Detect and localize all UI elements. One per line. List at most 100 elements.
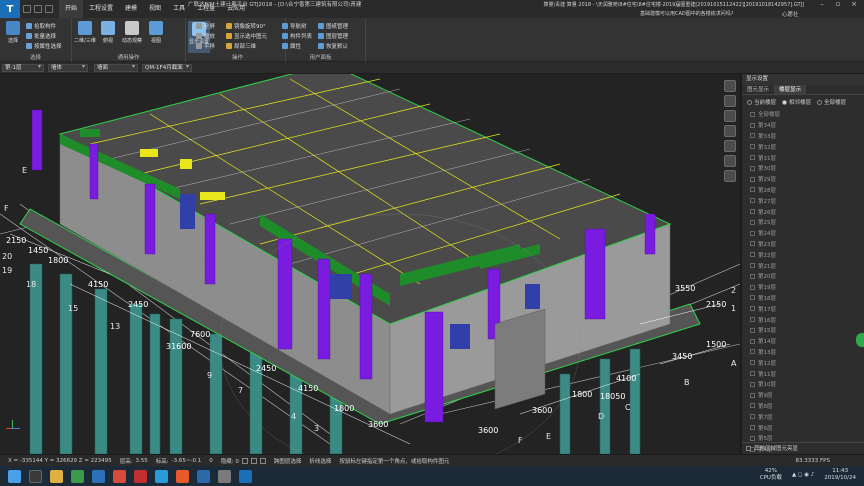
properties-button[interactable]: 属性 bbox=[282, 42, 301, 50]
video-icon[interactable] bbox=[155, 469, 168, 483]
app-icon[interactable] bbox=[176, 469, 189, 483]
floor-item[interactable]: 第25层 bbox=[750, 217, 864, 228]
cross-layer-select[interactable]: 跨图层选择 bbox=[274, 457, 302, 465]
top-view-button[interactable]: 俯视 bbox=[98, 21, 118, 44]
radio-adjacent-floor[interactable]: 相邻楼层 bbox=[782, 98, 811, 106]
quick-save-icon[interactable] bbox=[23, 5, 31, 13]
floor-item[interactable]: 第34层 bbox=[750, 120, 864, 131]
menu-modeling[interactable]: 建模 bbox=[119, 0, 143, 18]
radio-all-floors[interactable]: 全部楼层 bbox=[817, 98, 846, 106]
drawing-manager-button[interactable]: 图纸管理 bbox=[318, 22, 348, 30]
clock[interactable]: 11:43 2019/10/24 bbox=[824, 468, 856, 482]
more-icon[interactable] bbox=[724, 170, 736, 182]
gtj-app-icon[interactable] bbox=[239, 469, 252, 483]
select-button[interactable]: 选择 bbox=[3, 21, 23, 44]
floor-item[interactable]: 第18层 bbox=[750, 293, 864, 304]
3d-viewport[interactable]: E F 20 19 18 15 13 9 7 4 3 2 1 A B C D E… bbox=[0, 74, 740, 454]
local-3d-button[interactable]: 局部三维 bbox=[226, 42, 256, 50]
quick-redo-icon[interactable] bbox=[45, 5, 53, 13]
floor-item[interactable]: 第10层 bbox=[750, 379, 864, 390]
floor-item[interactable]: 第19层 bbox=[750, 282, 864, 293]
floor-item[interactable]: 第21层 bbox=[750, 260, 864, 271]
floor-item[interactable]: 第26层 bbox=[750, 206, 864, 217]
help-search[interactable]: 基础建模可以用CAD图中的各楼栋求问吗? bbox=[640, 10, 733, 17]
tab-floor-display[interactable]: 楼层显示 bbox=[774, 85, 807, 94]
type-select[interactable]: 墙面 bbox=[94, 64, 138, 72]
ortho-toggle-icon[interactable] bbox=[250, 457, 257, 464]
radio-current-floor[interactable]: 当前楼层 bbox=[747, 98, 776, 106]
floor-item[interactable]: 第20层 bbox=[750, 271, 864, 282]
view-cube-icon[interactable] bbox=[724, 80, 736, 92]
app-icon[interactable] bbox=[218, 469, 231, 483]
rotate-90-button[interactable]: 镜像旋转90° bbox=[226, 22, 266, 30]
zoom-extents-icon[interactable] bbox=[724, 155, 736, 167]
cloud-link[interactable]: 心愿社 bbox=[782, 10, 799, 18]
floor-item[interactable]: 第32层 bbox=[750, 141, 864, 152]
wechat-icon[interactable] bbox=[71, 469, 84, 483]
menu-start[interactable]: 开始 bbox=[59, 0, 84, 18]
browser-icon[interactable] bbox=[92, 469, 105, 483]
restore-default-button[interactable]: 恢复默认 bbox=[318, 42, 348, 50]
cad-icon[interactable] bbox=[134, 469, 147, 483]
maximize-icon[interactable]: ▫ bbox=[832, 0, 844, 9]
floor-item[interactable]: 第16层 bbox=[750, 314, 864, 325]
floor-item[interactable]: 第12层 bbox=[750, 357, 864, 368]
snap-toggle-icon[interactable] bbox=[241, 457, 248, 464]
floor-item[interactable]: 第9层 bbox=[750, 390, 864, 401]
floor-item[interactable]: 第15层 bbox=[750, 325, 864, 336]
dynamic-orbit-button[interactable]: 动态观察 bbox=[120, 21, 144, 44]
wireframe-icon[interactable] bbox=[724, 95, 736, 107]
folder-icon[interactable] bbox=[50, 469, 63, 483]
tray-icons[interactable]: ▲ ◻ ◉ ♪ bbox=[792, 472, 814, 478]
pick-component-button[interactable]: 拾取构件 bbox=[26, 22, 56, 30]
show-selected-button[interactable]: 显示选中图元 bbox=[226, 32, 267, 40]
floor-item[interactable]: 第30层 bbox=[750, 163, 864, 174]
floor-item[interactable]: 第22层 bbox=[750, 249, 864, 260]
floor-item[interactable]: 第33层 bbox=[750, 131, 864, 142]
highlight-other-areas-checkbox[interactable]: 其他区域图元亮显 bbox=[742, 442, 864, 454]
word-icon[interactable] bbox=[197, 469, 210, 483]
floor-item[interactable]: 第23层 bbox=[750, 239, 864, 250]
floor-item[interactable]: 第17层 bbox=[750, 303, 864, 314]
nav-tree-button[interactable]: 导航树 bbox=[282, 22, 307, 30]
close-icon[interactable]: × bbox=[848, 0, 860, 9]
floor-item[interactable]: 第13层 bbox=[750, 347, 864, 358]
layer-manager-button[interactable]: 图层管理 bbox=[318, 32, 348, 40]
menu-view[interactable]: 视图 bbox=[143, 0, 167, 18]
minimize-icon[interactable]: – bbox=[816, 0, 828, 9]
section-icon[interactable] bbox=[724, 125, 736, 137]
pan-button[interactable]: 平移 bbox=[196, 42, 215, 50]
reset-view-icon[interactable] bbox=[724, 140, 736, 152]
floor-item[interactable]: 第7层 bbox=[750, 411, 864, 422]
floor-item[interactable]: 第8层 bbox=[750, 401, 864, 412]
acrobat-icon[interactable] bbox=[113, 469, 126, 483]
2d-3d-button[interactable]: 二维/三维 bbox=[74, 21, 96, 44]
shaded-icon[interactable] bbox=[724, 110, 736, 122]
floor-item[interactable]: 第31层 bbox=[750, 152, 864, 163]
grid-toggle-icon[interactable] bbox=[259, 457, 266, 464]
floor-item[interactable]: 第29层 bbox=[750, 174, 864, 185]
component-select[interactable]: QM-1F4月截面 bbox=[142, 64, 192, 72]
tab-element-display[interactable]: 图元显示 bbox=[742, 85, 774, 94]
floor-item[interactable]: 第24层 bbox=[750, 228, 864, 239]
floor-item[interactable]: 第14层 bbox=[750, 336, 864, 347]
zoom-button[interactable]: 缩放 bbox=[196, 32, 215, 40]
floor-item[interactable]: 第27层 bbox=[750, 195, 864, 206]
floor-item[interactable]: 第28层 bbox=[750, 185, 864, 196]
floor-item[interactable]: 第6层 bbox=[750, 422, 864, 433]
fullscreen-button[interactable]: 全屏 bbox=[196, 22, 215, 30]
floor-select[interactable]: 第-1层 bbox=[2, 64, 44, 72]
start-icon[interactable] bbox=[8, 469, 21, 483]
task-view-icon[interactable] bbox=[29, 469, 42, 483]
polyline-select[interactable]: 折线选择 bbox=[309, 457, 331, 465]
menu-project-settings[interactable]: 工程设置 bbox=[83, 0, 119, 18]
component-list-button[interactable]: 构件列表 bbox=[282, 32, 312, 40]
batch-select-button[interactable]: 批量选择 bbox=[26, 32, 56, 40]
view-button[interactable]: 视图 bbox=[146, 21, 166, 44]
select-by-attribute-button[interactable]: 按属性选择 bbox=[26, 42, 62, 50]
side-expand-icon[interactable] bbox=[856, 333, 864, 347]
quick-undo-icon[interactable] bbox=[34, 5, 42, 13]
category-select[interactable]: 墙体 bbox=[48, 64, 88, 72]
app-logo[interactable]: T bbox=[0, 0, 20, 18]
floor-item[interactable]: 第11层 bbox=[750, 368, 864, 379]
